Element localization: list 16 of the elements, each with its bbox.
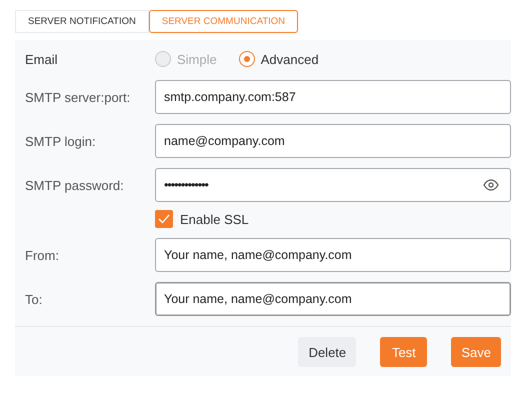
field-label: From:	[25, 248, 60, 262]
input-field[interactable]: smtp.company.com:587	[155, 80, 511, 114]
action-button[interactable]: Delete	[298, 337, 356, 367]
input-field[interactable]: name@company.com	[155, 124, 511, 158]
ssl-checkbox[interactable]: Enable SSL	[155, 210, 511, 228]
password-field[interactable]: •••••••••••••	[155, 168, 511, 202]
show-password-icon[interactable]	[483, 179, 499, 191]
field-label: SMTP server:port:	[25, 90, 132, 104]
field-label: SMTP login:	[25, 134, 97, 148]
tab[interactable]: SERVER NOTIFICATION	[15, 10, 149, 33]
radio-option[interactable]: Advanced	[238, 51, 319, 67]
field-label: To:	[25, 292, 44, 306]
input-field[interactable]: Your name, name@company.com	[155, 238, 511, 272]
input-field[interactable]: Your name, name@company.com	[155, 282, 511, 316]
field-label: Email	[25, 52, 59, 66]
field-label: SMTP password:	[25, 178, 125, 192]
